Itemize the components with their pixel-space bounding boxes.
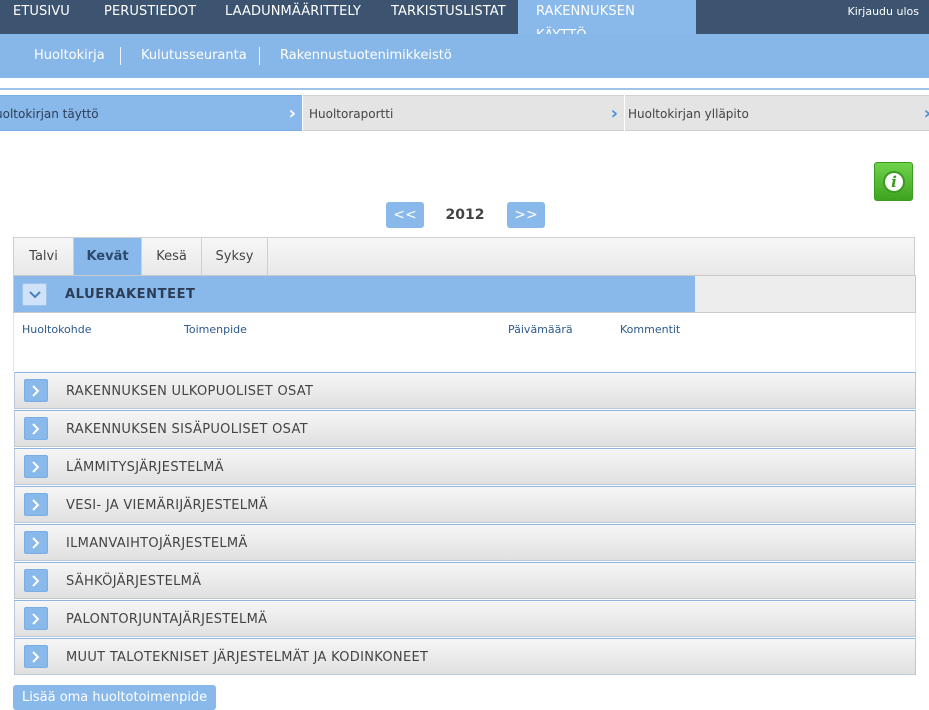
nav-item-rakennuksen-kaytto[interactable]: RAKENNUKSEN KÄYTTÖ: [518, 0, 696, 43]
tab-kesa[interactable]: Kesä: [142, 238, 202, 275]
step-label: Huoltoraportti: [309, 107, 394, 121]
tab-syksy[interactable]: Syksy: [202, 238, 268, 275]
column-header-kommentit: Kommentit: [620, 323, 681, 336]
section-title: PALONTORJUNTAJÄRJESTELMÄ: [66, 612, 268, 627]
section-lammitysjarjestelma[interactable]: LÄMMITYSJÄRJESTELMÄ: [14, 448, 916, 485]
step-huoltokirjan-taytto[interactable]: Huoltokirjan täyttö ›: [0, 95, 302, 131]
column-header-huoltokohde: Huoltokohde: [22, 323, 92, 336]
sub-navigation: Huoltokirja Kulutusseuranta Rakennustuot…: [0, 34, 929, 78]
section-sahkojarjestelma[interactable]: SÄHKÖJÄRJESTELMÄ: [14, 562, 916, 599]
section-title: VESI- JA VIEMÄRIJÄRJESTELMÄ: [66, 498, 269, 513]
year-label: 2012: [445, 207, 485, 223]
step-huoltokirjan-yllapito[interactable]: Huoltokirjan ylläpito ›: [625, 95, 929, 131]
chevron-right-icon[interactable]: [24, 569, 48, 592]
step-label: Huoltokirjan ylläpito: [628, 107, 749, 121]
chevron-right-icon[interactable]: [24, 645, 48, 668]
subnav-item-huoltokirja[interactable]: Huoltokirja: [34, 34, 105, 78]
section-rakennuksen-sisapuoliset-osat[interactable]: RAKENNUKSEN SISÄPUOLISET OSAT: [14, 410, 916, 447]
subnav-divider: [120, 47, 121, 65]
chevron-right-icon[interactable]: [24, 493, 48, 516]
section-aluerakenteet[interactable]: ALUERAKENTEET: [13, 275, 916, 313]
section-title: ALUERAKENTEET: [65, 287, 196, 302]
next-year-button[interactable]: >>: [507, 202, 545, 228]
chevron-right-icon[interactable]: [24, 417, 48, 440]
info-icon: i: [883, 171, 905, 193]
info-button[interactable]: i: [874, 162, 913, 201]
chevron-right-icon[interactable]: [24, 531, 48, 554]
chevron-right-icon[interactable]: [24, 607, 48, 630]
subnav-divider: [259, 47, 260, 65]
subnav-item-rakennustuotenimikkeisto[interactable]: Rakennustuotenimikkeistö: [280, 34, 452, 78]
chevron-right-icon: ›: [610, 103, 618, 124]
section-vesi-ja-viemarijarjestelma[interactable]: VESI- JA VIEMÄRIJÄRJESTELMÄ: [14, 486, 916, 523]
section-content: Huoltokohde Toimenpide Päivämäärä Kommen…: [13, 313, 916, 371]
step-huoltoraportti[interactable]: Huoltoraportti ›: [303, 95, 624, 131]
chevron-right-icon[interactable]: [24, 379, 48, 402]
section-title: ILMANVAIHTOJÄRJESTELMÄ: [66, 536, 248, 551]
section-title: RAKENNUKSEN ULKOPUOLISET OSAT: [66, 384, 314, 399]
nav-item-laadunmaarittely[interactable]: LAADUNMÄÄRITTELY: [225, 0, 361, 34]
section-palontorjuntajarjestelma[interactable]: PALONTORJUNTAJÄRJESTELMÄ: [14, 600, 916, 637]
section-title: SÄHKÖJÄRJESTELMÄ: [66, 574, 202, 589]
tab-talvi[interactable]: Talvi: [14, 238, 74, 275]
subnav-item-kulutusseuranta[interactable]: Kulutusseuranta: [141, 34, 247, 78]
section-rakennuksen-ulkopuoliset-osat[interactable]: RAKENNUKSEN ULKOPUOLISET OSAT: [14, 372, 916, 409]
divider-line: [0, 88, 929, 90]
column-header-toimenpide: Toimenpide: [184, 323, 247, 336]
nav-item-perustiedot[interactable]: PERUSTIEDOT: [104, 0, 196, 34]
column-header-paivamaara: Päivämäärä: [508, 323, 573, 336]
section-title: MUUT TALOTEKNISET JÄRJESTELMÄT JA KODINK…: [66, 650, 429, 665]
previous-year-button[interactable]: <<: [386, 202, 424, 228]
top-navigation: ETUSIVU PERUSTIEDOT LAADUNMÄÄRITTELY TAR…: [0, 0, 929, 43]
chevron-right-icon: ›: [924, 96, 929, 130]
section-muut-talotekniset-jarjestelmat[interactable]: MUUT TALOTEKNISET JÄRJESTELMÄT JA KODINK…: [14, 638, 916, 675]
section-title: RAKENNUKSEN SISÄPUOLISET OSAT: [66, 422, 308, 437]
chevron-right-icon: ›: [288, 103, 296, 124]
chevron-down-icon[interactable]: [22, 283, 47, 306]
section-title: LÄMMITYSJÄRJESTELMÄ: [66, 460, 224, 475]
nav-item-tarkistuslistat[interactable]: TARKISTUSLISTAT: [391, 0, 506, 34]
season-tabs: Talvi Kevät Kesä Syksy: [13, 237, 915, 275]
tab-kevat[interactable]: Kevät: [74, 238, 142, 275]
step-label: Huoltokirjan täyttö: [0, 107, 99, 121]
step-breadcrumb: Huoltokirjan täyttö › Huoltoraportti › H…: [0, 95, 929, 131]
chevron-right-icon[interactable]: [24, 455, 48, 478]
divider: [0, 78, 929, 86]
add-maintenance-task-button[interactable]: Lisää oma huoltotoimenpide: [13, 685, 217, 710]
section-ilmanvaihtojarjestelma[interactable]: ILMANVAIHTOJÄRJESTELMÄ: [14, 524, 916, 561]
logout-link[interactable]: Kirjaudu ulos: [848, 0, 920, 24]
nav-item-etusivu[interactable]: ETUSIVU: [13, 0, 70, 34]
